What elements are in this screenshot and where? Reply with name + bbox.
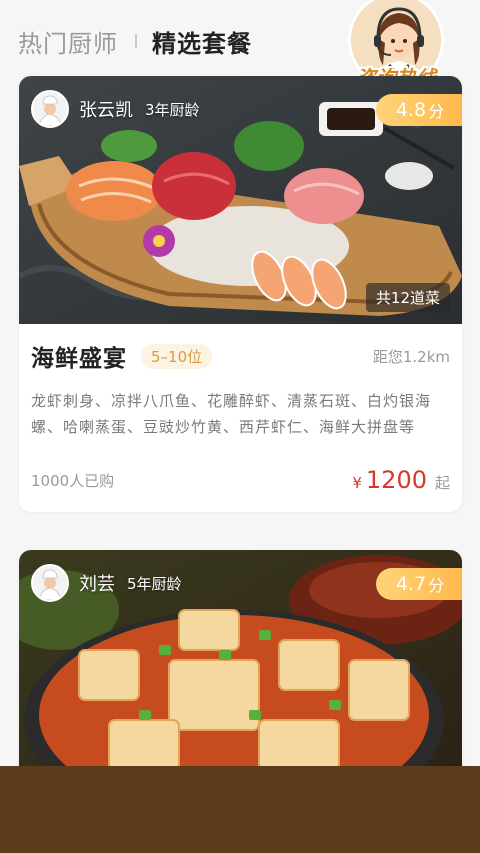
seafood-platter-photo: 张云凯 3年厨龄 4.8 分 共12道菜 xyxy=(19,76,462,324)
chef-name: 刘芸 xyxy=(79,574,115,595)
chef-info[interactable]: 张云凯 3年厨龄 xyxy=(31,90,200,128)
rating-badge: 4.7 分 xyxy=(376,568,462,600)
chef-experience: 3年厨龄 xyxy=(145,100,200,119)
package-name: 海鲜盛宴 xyxy=(31,346,127,372)
dish-count-badge: 共12道菜 xyxy=(365,283,450,312)
rating-badge: 4.8 分 xyxy=(376,94,462,126)
price-value: 1200 xyxy=(365,466,427,494)
distance-label: 距您1.2km xyxy=(372,347,450,366)
chef-avatar xyxy=(31,564,69,602)
purchase-count: 1000人已购 xyxy=(31,471,115,490)
package-card[interactable]: 张云凯 3年厨龄 4.8 分 共12道菜 海鲜盛宴 5–10位 距您1.2km … xyxy=(19,76,462,512)
package-info: 海鲜盛宴 5–10位 距您1.2km 龙虾刺身、凉拌八爪鱼、花雕醉虾、清蒸石斑、… xyxy=(19,324,462,512)
rating-unit: 分 xyxy=(428,576,445,595)
bottom-panel xyxy=(0,766,480,853)
chef-avatar xyxy=(31,90,69,128)
package-footer: 1000人已购 ¥ 1200 起 xyxy=(31,442,450,512)
chef-experience: 5年厨龄 xyxy=(127,574,182,593)
rating-value: 4.7 xyxy=(395,573,427,595)
package-title-row: 海鲜盛宴 5–10位 距您1.2km xyxy=(31,324,450,388)
rating-unit: 分 xyxy=(428,102,445,121)
menu-description: 龙虾刺身、凉拌八爪鱼、花雕醉虾、清蒸石斑、白灼银海螺、哈喇蒸蛋、豆豉炒竹黄、西芹… xyxy=(31,392,432,436)
package-card[interactable]: 刘芸 5年厨龄 4.7 分 xyxy=(19,550,462,790)
tab-hot-chefs[interactable]: 热门厨师 xyxy=(18,24,118,59)
currency-symbol: ¥ xyxy=(352,474,362,492)
chef-name: 张云凯 xyxy=(79,100,133,121)
price: ¥ 1200 起 xyxy=(352,466,450,494)
tab-featured-packages[interactable]: 精选套餐 xyxy=(152,24,252,59)
chef-info[interactable]: 刘芸 5年厨龄 xyxy=(31,564,182,602)
rating-value: 4.8 xyxy=(395,99,427,121)
tab-divider xyxy=(135,34,137,48)
mapo-tofu-photo: 刘芸 5年厨龄 4.7 分 xyxy=(19,550,462,790)
party-size-tag: 5–10位 xyxy=(141,343,213,369)
price-suffix: 起 xyxy=(434,474,450,492)
